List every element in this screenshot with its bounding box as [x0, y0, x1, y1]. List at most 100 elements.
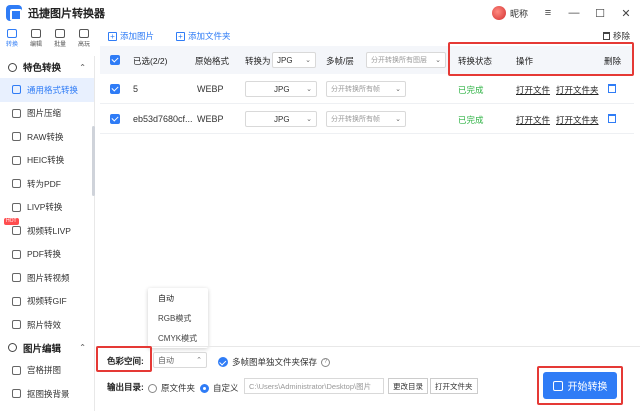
row-checkbox[interactable] [110, 114, 120, 124]
file-format: WEBP [197, 84, 224, 94]
header-frames: 多帧/层 [326, 56, 354, 66]
sidebar-item-label: 抠图换背景 [27, 388, 70, 399]
section-title: 特色转换 [23, 63, 62, 74]
advanced-icon [79, 28, 89, 38]
user-name[interactable]: 昵称 [510, 7, 528, 20]
convert-to-all-select[interactable]: JPG ⌄ [272, 52, 316, 68]
color-option-rgb[interactable]: RGB模式 [148, 308, 208, 328]
add-folder-icon: + [176, 31, 186, 41]
multi-frame-checkbox[interactable] [218, 357, 228, 367]
output-path-input[interactable]: C:\Users\Administrator\Desktop\图片 [244, 378, 384, 394]
chevron-down-icon: ⌄ [435, 57, 441, 64]
open-file-link[interactable]: 打开文件 [516, 114, 550, 126]
avatar[interactable] [491, 6, 506, 20]
sidebar-item-raw[interactable]: RAW转换 [0, 125, 94, 149]
rail-advanced[interactable]: 高玩 [72, 26, 96, 50]
frames-all-select[interactable]: 分开转换所有图层 ⌄ [366, 52, 446, 68]
app-logo-icon [6, 5, 22, 21]
remove-button[interactable]: 移除 [602, 30, 630, 42]
sidebar-item-image-video[interactable]: 图片转视频 [0, 266, 94, 290]
menu-icon[interactable]: ≡ [542, 7, 554, 19]
photo-effect-icon [12, 320, 21, 330]
chevron-up-icon[interactable]: ⌃ [79, 63, 86, 72]
title-bar: 迅捷图片转换器 昵称 ≡ — ☐ ✕ [0, 0, 640, 26]
add-image-button[interactable]: + 添加图片 [108, 30, 154, 42]
file-name: 5 [133, 84, 139, 94]
minimize-icon[interactable]: — [568, 7, 580, 19]
sidebar-scrollbar[interactable] [92, 126, 95, 196]
custom-folder-radio[interactable] [200, 383, 209, 393]
sidebar-item-cutout[interactable]: 抠图换背景 [0, 382, 94, 406]
open-folder-link[interactable]: 打开文件夹 [556, 114, 599, 126]
header-action: 操作 [516, 56, 534, 66]
color-option-auto[interactable]: 自动 [148, 288, 208, 308]
cutout-icon [12, 389, 21, 399]
sidebar-item-heic[interactable]: HEIC转换 [0, 149, 94, 173]
select-all-checkbox[interactable] [110, 55, 120, 65]
open-output-folder-button[interactable]: 打开文件夹 [430, 378, 478, 394]
sidebar-item-label: LIVP转换 [27, 202, 63, 213]
frames-select[interactable]: 分开转换所有帧 ⌄ [326, 111, 406, 127]
table-row[interactable]: eb53d7680cf... WEBP JPG ⌄ 分开转换所有帧 ⌄ 已完成 打开… [100, 104, 634, 134]
header-delete: 删除 [604, 56, 622, 66]
help-icon[interactable]: ? [321, 357, 331, 367]
table-row[interactable]: 5 WEBP JPG ⌄ 分开转换所有帧 ⌄ 已完成 打开文件 打开文件夹 [100, 74, 634, 104]
change-dir-button[interactable]: 更改目录 [388, 378, 428, 394]
open-file-link[interactable]: 打开文件 [516, 84, 550, 96]
sidebar-item-grid-collage[interactable]: 宫格拼图 [0, 359, 94, 383]
select-value: JPG [274, 114, 290, 124]
video-gif-icon [12, 296, 21, 306]
row-checkbox[interactable] [110, 84, 120, 94]
sidebar-item-video-livp[interactable]: HOT 视频转LIVP [0, 218, 94, 243]
rail-batch[interactable]: 批量 [48, 26, 72, 50]
target-format-select[interactable]: JPG ⌄ [245, 81, 317, 97]
toolbar: + 添加图片 + 添加文件夹 移除 [96, 26, 640, 46]
color-space-label: 色彩空间: [107, 356, 144, 366]
sidebar-item-photo-effect[interactable]: 照片特效 [0, 313, 94, 337]
open-folder-link[interactable]: 打开文件夹 [556, 84, 599, 96]
header-convert-to: 转换为 [245, 56, 271, 66]
compress-icon [12, 108, 21, 118]
livp-icon [12, 202, 21, 212]
section-title: 图片编辑 [23, 343, 62, 355]
format-convert-icon [12, 85, 21, 95]
status-text: 已完成 [458, 85, 484, 95]
frames-select[interactable]: 分开转换所有帧 ⌄ [326, 81, 406, 97]
app-title: 迅捷图片转换器 [28, 8, 105, 20]
chevron-up-icon: ⌃ [196, 357, 202, 364]
sidebar-item-label: 图片转视频 [27, 272, 70, 283]
add-folder-button[interactable]: + 添加文件夹 [176, 30, 231, 42]
delete-icon[interactable] [608, 84, 616, 93]
sidebar-item-video-gif[interactable]: 视频转GIF [0, 290, 94, 314]
heic-icon [12, 155, 21, 165]
convert-icon [552, 380, 563, 391]
color-space-dropdown: 自动 RGB模式 CMYK模式 [148, 288, 208, 348]
sidebar-item-pdf-convert[interactable]: PDF转换 [0, 243, 94, 267]
maximize-icon[interactable]: ☐ [594, 7, 606, 20]
sidebar-item-livp[interactable]: LIVP转换 [0, 196, 94, 220]
sidebar-item-label: 视频转LIVP [27, 225, 71, 236]
color-option-cmyk[interactable]: CMYK模式 [148, 328, 208, 348]
delete-icon[interactable] [608, 114, 616, 123]
sidebar-item-label: 转为PDF [27, 178, 62, 189]
sidebar-item-format-convert[interactable]: 通用格式转换 [0, 78, 94, 102]
chevron-down-icon: ⌄ [306, 116, 312, 123]
video-livp-icon [12, 226, 21, 236]
sidebar-item-label: 图片压缩 [27, 108, 62, 119]
chevron-up-icon[interactable]: ⌃ [79, 343, 86, 352]
sidebar-item-label: PDF转换 [27, 249, 62, 260]
original-folder-radio[interactable] [148, 383, 157, 393]
sidebar-item-compress[interactable]: 图片压缩 [0, 102, 94, 126]
rail-convert[interactable]: 转换 [0, 26, 24, 50]
sidebar-item-pdf[interactable]: 转为PDF [0, 172, 94, 196]
target-format-select[interactable]: JPG ⌄ [245, 111, 317, 127]
sidebar-section-feature[interactable]: 特色转换 ⌃ [0, 56, 94, 78]
start-convert-button[interactable]: 开始转换 [543, 372, 617, 399]
select-value: 分开转换所有帧 [331, 86, 380, 93]
color-space-select[interactable]: 自动 ⌃ [153, 352, 207, 368]
sidebar-section-edit[interactable]: 图片编辑 ⌃ [0, 337, 94, 359]
pdf-convert-icon [12, 249, 21, 259]
rail-edit[interactable]: 编辑 [24, 26, 48, 50]
output-dir-label: 输出目录: [107, 382, 144, 392]
close-icon[interactable]: ✕ [620, 7, 632, 20]
